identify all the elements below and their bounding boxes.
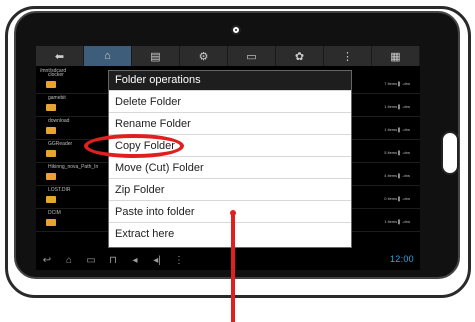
copy-folder-highlight	[84, 134, 184, 158]
rename-folder-item[interactable]: Rename Folder	[109, 112, 351, 134]
device-screen: ⬅ ⌂ ▤ ⚙ ▭ ✿ ⋮ ▦ /mnt/sdcard clocker 7 it…	[36, 46, 420, 270]
file-name: download	[48, 118, 70, 124]
home-icon[interactable]: ⌂	[58, 255, 80, 266]
file-meta: 1 items ▌ -drw	[384, 104, 410, 109]
overflow-icon[interactable]: ⋮	[168, 255, 190, 266]
navigation-bar: ↩ ⌂ ▭ ⊓ ◂ ◂| ⋮ 12:00	[36, 250, 420, 270]
toolbar-tabs: ⬅ ⌂ ▤ ⚙ ▭ ✿ ⋮ ▦	[36, 46, 420, 66]
camera-icon	[231, 25, 241, 35]
back-icon[interactable]: ↩	[36, 255, 58, 266]
file-meta: 4 items ▌ -drw	[384, 173, 410, 178]
folder-icon	[46, 150, 56, 157]
network-tab[interactable]: ✿	[276, 46, 324, 66]
status-clock: 12:00	[389, 254, 414, 264]
file-meta: 1 items ▌ -drw	[384, 219, 410, 224]
document-tab[interactable]: ▤	[132, 46, 180, 66]
file-meta: 7 items ▌ -drw	[384, 81, 410, 86]
menu-icon[interactable]: ⊓	[102, 255, 124, 266]
storage-tab[interactable]: ⌂	[84, 46, 132, 66]
menu-title: Folder operations	[109, 71, 351, 90]
folder-icon	[46, 196, 56, 203]
folder-icon	[46, 127, 56, 134]
folder-icon	[46, 173, 56, 180]
volume-down-icon[interactable]: ◂	[124, 255, 146, 266]
file-name: Hikinng_nova_Path_In	[48, 164, 99, 170]
file-name: DCIM	[48, 210, 61, 216]
move-folder-item[interactable]: Move (Cut) Folder	[109, 156, 351, 178]
file-name: gamebit	[48, 95, 66, 101]
pointer-line	[231, 212, 235, 322]
sdcard-tab[interactable]: ▦	[372, 46, 420, 66]
file-name: GGReader	[48, 141, 73, 147]
folder-icon	[46, 81, 56, 88]
volume-up-icon[interactable]: ◂|	[146, 255, 168, 266]
file-meta: 0 items ▌ -drw	[384, 196, 410, 201]
file-meta: 1 items ▌ -drw	[384, 127, 410, 132]
zip-folder-item[interactable]: Zip Folder	[109, 178, 351, 200]
extract-here-item[interactable]: Extract here	[109, 222, 351, 244]
usb-tab[interactable]: ⚙	[180, 46, 228, 66]
home-button[interactable]	[441, 131, 459, 175]
folder-icon	[46, 104, 56, 111]
folder-operations-menu: Folder operations Delete Folder Rename F…	[108, 70, 352, 248]
tools-tab[interactable]: ⋮	[324, 46, 372, 66]
file-meta: 5 items ▌ -drw	[384, 150, 410, 155]
back-tab[interactable]: ⬅	[36, 46, 84, 66]
recent-apps-icon[interactable]: ▭	[80, 255, 102, 266]
folder-icon	[46, 219, 56, 226]
image-tab[interactable]: ▭	[228, 46, 276, 66]
delete-folder-item[interactable]: Delete Folder	[109, 90, 351, 112]
file-name: clocker	[48, 72, 64, 78]
file-name: LOST.DIR	[48, 187, 71, 193]
